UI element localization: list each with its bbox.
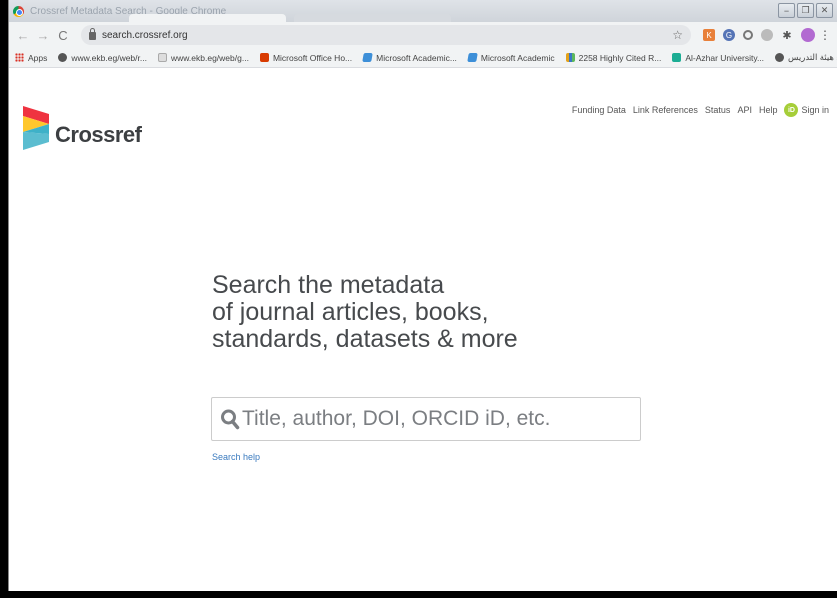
search-help-link[interactable]: Search help — [212, 452, 260, 462]
page-headline: Search the metadata of journal articles,… — [212, 272, 518, 353]
orcid-icon[interactable]: iD — [784, 103, 799, 117]
bookmark-highly-cited[interactable]: 2258 Highly Cited R... — [565, 52, 662, 63]
tab-active[interactable] — [129, 14, 286, 22]
bookmark-apps[interactable]: Apps — [15, 53, 47, 63]
bookmark-al-azhar[interactable]: Al-Azhar University... — [672, 53, 764, 63]
restore-button[interactable]: ❐ — [797, 3, 814, 18]
extension-blue-icon[interactable]: G — [723, 29, 735, 41]
search-box[interactable] — [211, 397, 641, 441]
close-button[interactable]: ✕ — [816, 3, 833, 18]
bookmark-office[interactable]: Microsoft Office Ho... — [259, 52, 353, 63]
microsoft-academic-icon — [362, 53, 373, 62]
search-icon — [221, 409, 240, 430]
back-button[interactable]: ← — [15, 27, 31, 43]
page-content: Crossref Funding Data Link References St… — [9, 89, 837, 591]
bookmark-label: www.ekb.eg/web/g... — [170, 52, 249, 63]
bookmark-faculty[interactable]: أعضاء هيئة التدريس... — [775, 52, 837, 63]
reload-button[interactable]: C — [55, 27, 71, 43]
extensions-area: K G ✱ — [703, 28, 815, 42]
logo-text: Crossref — [55, 122, 142, 147]
microsoft-academic-icon — [467, 53, 478, 62]
profile-avatar[interactable] — [801, 28, 815, 42]
tab-strip — [129, 14, 459, 22]
browser-window: Crossref Metadata Search - Google Chrome… — [8, 0, 837, 591]
browser-menu-button[interactable]: ⋮ — [819, 28, 831, 42]
top-navigation: Funding Data Link References Status API … — [572, 103, 829, 117]
chrome-icon — [13, 5, 24, 17]
nav-funding-data[interactable]: Funding Data — [572, 105, 626, 115]
crossref-logo[interactable]: Crossref — [21, 104, 142, 154]
globe-icon — [775, 53, 785, 62]
bookmark-label: Apps — [28, 52, 48, 63]
lock-icon — [89, 28, 96, 40]
bookmark-star-icon[interactable]: ☆ — [672, 28, 683, 42]
bookmark-label: أعضاء هيئة التدريس... — [788, 52, 837, 62]
bookmark-label: Al-Azhar University... — [685, 52, 765, 63]
bookmark-label: www.ekb.eg/web/r... — [71, 52, 147, 63]
extension-orange-icon[interactable]: K — [703, 29, 715, 41]
address-bar[interactable]: search.crossref.org ☆ — [81, 25, 691, 45]
extension-ring-icon[interactable] — [743, 30, 753, 40]
search-input[interactable] — [242, 407, 632, 431]
forward-button[interactable]: → — [35, 27, 51, 43]
bookmark-ms-academic-1[interactable]: Microsoft Academic... — [362, 52, 457, 63]
crossref-logo-icon — [23, 106, 49, 150]
nav-status[interactable]: Status — [705, 105, 731, 115]
minimize-button[interactable]: − — [778, 3, 795, 18]
headline-line-1: Search the metadata — [212, 271, 445, 299]
apps-icon — [15, 53, 24, 62]
headline-line-3: standards, datasets & more — [212, 325, 518, 353]
sign-in-link[interactable]: Sign in — [801, 105, 829, 115]
browser-toolbar: ← → C search.crossref.org ☆ K G ✱ ⋮ — [9, 22, 837, 48]
headline-line-2: of journal articles, books, — [212, 298, 489, 326]
chart-icon — [565, 53, 575, 62]
globe-icon — [58, 53, 68, 62]
nav-link-references[interactable]: Link References — [633, 105, 698, 115]
bookmarks-bar: Apps www.ekb.eg/web/r... www.ekb.eg/web/… — [9, 48, 837, 68]
bookmark-label: 2258 Highly Cited R... — [578, 52, 662, 63]
tab-new[interactable] — [294, 14, 451, 22]
nav-api[interactable]: API — [737, 105, 752, 115]
url-text: search.crossref.org — [102, 29, 188, 41]
bookmark-ms-academic-2[interactable]: Microsoft Academic — [467, 52, 555, 63]
extensions-puzzle-icon[interactable]: ✱ — [781, 29, 793, 42]
office-icon — [259, 53, 269, 62]
bookmark-ekb-g[interactable]: www.ekb.eg/web/g... — [157, 52, 249, 63]
researchgate-icon — [672, 53, 682, 62]
window-controls: − ❐ ✕ — [778, 3, 833, 18]
bookmark-label: Microsoft Academic... — [376, 52, 457, 63]
title-bar: Crossref Metadata Search - Google Chrome… — [9, 0, 837, 22]
screen-frame: Crossref Metadata Search - Google Chrome… — [0, 0, 837, 598]
extension-gray-icon[interactable] — [761, 29, 773, 41]
page-icon — [157, 53, 167, 62]
nav-help[interactable]: Help — [759, 105, 778, 115]
bookmark-label: Microsoft Office Ho... — [272, 52, 353, 63]
bookmark-ekb-r[interactable]: www.ekb.eg/web/r... — [58, 53, 147, 63]
bookmark-label: Microsoft Academic — [480, 52, 555, 63]
